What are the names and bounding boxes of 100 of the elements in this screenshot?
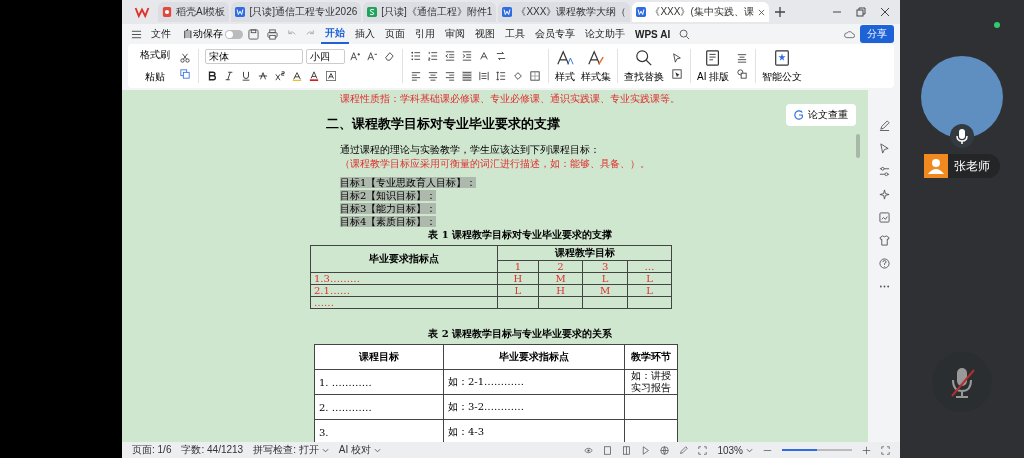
eye-icon[interactable]: [584, 445, 594, 455]
document-tab[interactable]: [只读]《通信工程》附件1: [363, 2, 497, 22]
document-tab[interactable]: 《XXX》课程教学大纲（: [498, 2, 631, 22]
pen-icon[interactable]: [878, 120, 890, 131]
spell-check-dropdown[interactable]: 拼写检查: 打开: [253, 443, 319, 457]
sparkle-cursor-icon[interactable]: [878, 189, 890, 200]
copy-icon[interactable]: [180, 69, 190, 79]
shirt-icon[interactable]: [878, 235, 890, 246]
grow-font-icon[interactable]: [350, 51, 360, 61]
document-tab[interactable]: 稻壳AI模板: [158, 2, 230, 22]
reading-view-icon[interactable]: [622, 445, 632, 455]
autosave-toggle[interactable]: [225, 29, 243, 39]
table-cell: [582, 296, 628, 309]
fullscreen-icon[interactable]: [881, 445, 890, 455]
cloud-icon[interactable]: [844, 28, 855, 40]
style-set-icon[interactable]: [587, 48, 605, 67]
section-heading: 二、课程教学目标对专业毕业要求的支撑: [326, 116, 561, 133]
close-icon[interactable]: [880, 7, 890, 17]
menu-tab[interactable]: 会员专享: [531, 25, 579, 43]
official-document-icon[interactable]: [773, 48, 792, 67]
underline-icon[interactable]: [241, 71, 251, 81]
zoom-dropdown[interactable]: 103%: [717, 444, 743, 456]
caret-icon[interactable]: [321, 447, 329, 453]
scrollbar-thumb[interactable]: [856, 134, 861, 158]
file-menu[interactable]: 文件: [147, 25, 175, 43]
menu-tab[interactable]: 审阅: [441, 25, 469, 43]
wps-ai-button[interactable]: WPS AI: [631, 26, 675, 42]
menu-tab[interactable]: 插入: [351, 25, 379, 43]
italic-icon[interactable]: [224, 71, 234, 81]
style-set-button[interactable]: 样式集: [581, 69, 611, 84]
menu-tab[interactable]: 工具: [501, 25, 529, 43]
text-box-icon[interactable]: [737, 53, 748, 63]
indent-icon[interactable]: [462, 51, 472, 61]
numbered-list-icon[interactable]: [428, 51, 438, 61]
styles-icon[interactable]: [556, 48, 574, 67]
text-direction-icon[interactable]: [479, 51, 489, 61]
align-center-icon[interactable]: [428, 71, 438, 81]
caret-icon[interactable]: [374, 447, 381, 453]
image-edit-icon[interactable]: [878, 212, 890, 223]
scissors-icon[interactable]: [180, 53, 190, 63]
ai-proofread-button[interactable]: AI 校对: [338, 443, 371, 457]
search-icon[interactable]: [635, 48, 653, 67]
select-cursor-icon[interactable]: [672, 53, 682, 63]
share-button[interactable]: 分享: [860, 25, 894, 43]
paste-button[interactable]: 粘贴: [138, 69, 172, 85]
outdent-icon[interactable]: [445, 51, 455, 61]
page-count[interactable]: 页面: 1/6: [132, 443, 172, 457]
print-icon[interactable]: [267, 28, 278, 40]
character-border-icon[interactable]: [326, 71, 336, 81]
help-icon[interactable]: [878, 258, 890, 269]
document-tab[interactable]: 《XXX》(集中实践、课: [632, 2, 769, 22]
fit-page-icon[interactable]: [698, 445, 708, 455]
zoom-in-icon[interactable]: [862, 445, 871, 455]
plagiarism-check-button[interactable]: 论文查重: [786, 104, 857, 126]
justify-icon[interactable]: [462, 71, 472, 81]
table-cell: H: [497, 272, 539, 285]
menu-tab[interactable]: 视图: [471, 25, 499, 43]
font-color-icon[interactable]: [309, 71, 319, 81]
shapes-icon[interactable]: [737, 69, 748, 79]
align-right-icon[interactable]: [445, 71, 455, 81]
select-object-icon[interactable]: [672, 69, 682, 79]
hint-text: （课程教学目标应采用可衡量的词汇进行描述，如：能够、具备、）。: [339, 157, 651, 171]
play-icon[interactable]: [641, 445, 651, 455]
globe-icon[interactable]: [660, 445, 670, 455]
save-icon[interactable]: [248, 28, 259, 40]
document-tab[interactable]: [只读]通信工程专业2026: [231, 2, 362, 22]
distribute-icon[interactable]: [479, 71, 489, 81]
font-size-dropdown[interactable]: 小四: [306, 48, 345, 64]
eraser-icon[interactable]: [384, 51, 394, 61]
highlight-icon[interactable]: [292, 71, 302, 81]
new-tab-icon[interactable]: [774, 7, 785, 17]
restore-icon[interactable]: [856, 7, 866, 17]
align-left-icon[interactable]: [411, 71, 421, 81]
font-family-dropdown[interactable]: 宋体: [205, 48, 303, 64]
styles-button[interactable]: 样式: [555, 69, 575, 84]
shading-icon[interactable]: [513, 71, 523, 81]
bullet-list-icon[interactable]: [411, 51, 421, 61]
bold-icon[interactable]: [207, 71, 217, 81]
wps-logo-icon[interactable]: [134, 6, 150, 18]
line-spacing-icon[interactable]: [496, 71, 506, 81]
menu-tab[interactable]: 页面: [381, 25, 409, 43]
find-replace-button[interactable]: 查找替换: [624, 69, 664, 84]
ai-layout-button[interactable]: AI 排版: [697, 69, 730, 84]
caret-icon[interactable]: [746, 447, 753, 453]
microphone-icon: [950, 124, 974, 148]
sort-icon[interactable]: [496, 51, 506, 61]
superscript-icon[interactable]: [275, 71, 285, 81]
menu-icon[interactable]: [131, 28, 142, 40]
sliders-icon[interactable]: [878, 166, 890, 177]
shrink-font-icon[interactable]: [367, 51, 377, 61]
menu-tab[interactable]: 引用: [411, 25, 439, 43]
page-view-icon[interactable]: [603, 445, 613, 455]
format-painter-button[interactable]: 格式刷: [138, 47, 172, 63]
close-icon[interactable]: [757, 8, 765, 16]
borders-icon[interactable]: [530, 71, 540, 81]
word-count[interactable]: 字数: 44/1213: [181, 443, 244, 457]
smart-document-button[interactable]: 智能公文: [762, 69, 803, 84]
strikethrough-icon[interactable]: [258, 71, 268, 81]
menu-tab[interactable]: 论文助手: [581, 25, 629, 43]
cursor-icon[interactable]: [878, 143, 890, 154]
